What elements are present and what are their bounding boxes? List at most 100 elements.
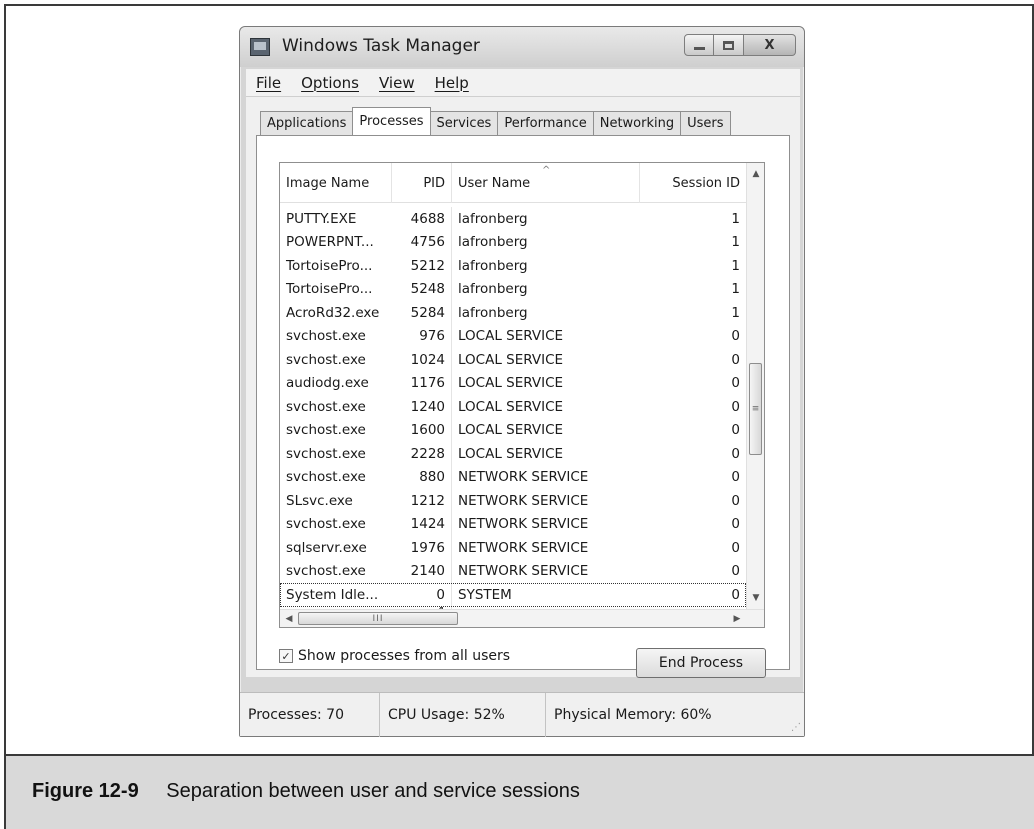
cell-pid: 5284 xyxy=(392,301,452,325)
cell-user-name: NETWORK SERVICE xyxy=(458,492,589,509)
cell-user-name: lafronberg xyxy=(458,257,528,274)
status-cpu-usage: CPU Usage: 52% xyxy=(380,692,546,737)
cell-pid: 0 xyxy=(392,583,452,607)
cell-pid: 1600 xyxy=(392,418,452,442)
checkbox-checked-icon[interactable]: ✓ xyxy=(279,649,293,663)
column-user-name[interactable]: ^ User Name xyxy=(452,163,640,203)
table-row[interactable]: AcroRd32.exe 5284 lafronberg 1 xyxy=(280,301,746,325)
maximize-button[interactable] xyxy=(714,34,744,56)
cell-image-name: svchost.exe xyxy=(286,422,366,439)
menu-view[interactable]: View xyxy=(369,74,425,92)
table-row[interactable]: TortoisePro... 5248 lafronberg 1 xyxy=(280,277,746,301)
close-button[interactable]: X xyxy=(744,34,796,56)
process-list[interactable]: Image Name PID ^ User Name Session ID PU… xyxy=(279,162,765,628)
maximize-icon xyxy=(723,40,734,50)
cell-session-id: 0 xyxy=(731,375,740,392)
table-row[interactable]: svchost.exe 976 LOCAL SERVICE 0 xyxy=(280,324,746,348)
column-pid[interactable]: PID xyxy=(392,163,452,203)
column-image-name[interactable]: Image Name xyxy=(280,163,392,203)
menu-bar: File Options View Help xyxy=(246,69,800,97)
minimize-button[interactable] xyxy=(684,34,714,56)
column-label: Session ID xyxy=(672,175,740,191)
tab-users[interactable]: Users xyxy=(680,111,731,135)
vertical-scroll-thumb[interactable]: ≡ xyxy=(749,363,762,455)
cell-pid: 5212 xyxy=(392,254,452,278)
cell-session-id: 0 xyxy=(731,492,740,509)
cell-user-name: NETWORK SERVICE xyxy=(458,469,589,486)
cell-image-name: AcroRd32.exe xyxy=(286,304,380,321)
cell-pid: 4688 xyxy=(392,207,452,231)
cell-session-id: 0 xyxy=(731,563,740,580)
tab-applications[interactable]: Applications xyxy=(260,111,354,135)
cell-session-id: 0 xyxy=(731,469,740,486)
cell-image-name: TortoisePro... xyxy=(286,281,373,298)
cell-image-name: POWERPNT... xyxy=(286,234,374,251)
cell-user-name: NETWORK SERVICE xyxy=(458,563,589,580)
column-session-id[interactable]: Session ID xyxy=(640,163,746,203)
cell-session-id: 0 xyxy=(731,422,740,439)
tab-networking[interactable]: Networking xyxy=(592,111,682,135)
table-row[interactable]: svchost.exe 1240 LOCAL SERVICE 0 xyxy=(280,395,746,419)
figure-label: Figure 12-9 xyxy=(32,780,139,802)
horizontal-scroll-thumb[interactable]: III xyxy=(298,612,458,625)
cell-pid: 976 xyxy=(392,324,452,348)
cell-pid: 5248 xyxy=(392,277,452,301)
cell-user-name: LOCAL SERVICE xyxy=(458,328,564,345)
table-row[interactable]: TortoisePro... 5212 lafronberg 1 xyxy=(280,254,746,278)
table-row[interactable]: svchost.exe 2140 NETWORK SERVICE 0 xyxy=(280,559,746,583)
table-row[interactable]: svchost.exe 1024 LOCAL SERVICE 0 xyxy=(280,348,746,372)
resize-grip-icon[interactable]: ⋰ xyxy=(791,722,801,733)
cell-user-name: SYSTEM xyxy=(458,586,512,603)
menu-help[interactable]: Help xyxy=(425,74,479,92)
cell-image-name: SLsvc.exe xyxy=(286,492,353,509)
table-row[interactable]: sqlservr.exe 1976 NETWORK SERVICE 0 xyxy=(280,536,746,560)
cell-pid: 1024 xyxy=(392,348,452,372)
checkbox-label: Show processes from all users xyxy=(298,648,511,664)
minimize-icon xyxy=(693,47,705,50)
table-row[interactable]: svchost.exe 2228 LOCAL SERVICE 0 xyxy=(280,442,746,466)
table-row[interactable]: PUTTY.EXE 4688 lafronberg 1 xyxy=(280,207,746,231)
cell-session-id: 1 xyxy=(731,234,740,251)
tab-performance[interactable]: Performance xyxy=(497,111,594,135)
cell-user-name: lafronberg xyxy=(458,304,528,321)
cell-pid: 2140 xyxy=(392,559,452,583)
cell-user-name: lafronberg xyxy=(458,281,528,298)
scroll-right-icon[interactable]: ▶ xyxy=(730,610,744,627)
cell-pid: 1212 xyxy=(392,489,452,513)
window-controls: X xyxy=(684,34,796,56)
window-title: Windows Task Manager xyxy=(282,36,480,56)
cell-session-id: 1 xyxy=(731,281,740,298)
tab-services[interactable]: Services xyxy=(429,111,499,135)
table-row[interactable]: svchost.exe 1424 NETWORK SERVICE 0 xyxy=(280,512,746,536)
sort-ascending-icon: ^ xyxy=(542,165,551,176)
table-row[interactable]: System Idle... 0 SYSTEM 0 xyxy=(280,583,746,607)
table-row[interactable]: svchost.exe 1600 LOCAL SERVICE 0 xyxy=(280,418,746,442)
table-row[interactable]: SLsvc.exe 1212 NETWORK SERVICE 0 xyxy=(280,489,746,513)
list-header: Image Name PID ^ User Name Session ID xyxy=(280,163,746,203)
cell-user-name: NETWORK SERVICE xyxy=(458,516,589,533)
table-row[interactable]: audiodg.exe 1176 LOCAL SERVICE 0 xyxy=(280,371,746,395)
scroll-left-icon[interactable]: ◀ xyxy=(282,610,296,627)
cell-pid: 2228 xyxy=(392,442,452,466)
cell-image-name: svchost.exe xyxy=(286,563,366,580)
show-all-users-checkbox[interactable]: ✓ Show processes from all users xyxy=(279,648,510,664)
tab-processes[interactable]: Processes xyxy=(352,107,431,135)
cell-session-id: 1 xyxy=(731,210,740,227)
menu-options[interactable]: Options xyxy=(291,74,369,92)
cell-image-name: sqlservr.exe xyxy=(286,539,367,556)
title-bar[interactable]: Windows Task Manager X xyxy=(240,27,804,67)
vertical-scrollbar[interactable]: ▲ ≡ ▼ xyxy=(746,163,764,609)
cell-user-name: NETWORK SERVICE xyxy=(458,539,589,556)
scroll-up-icon[interactable]: ▲ xyxy=(747,165,764,183)
scroll-down-icon[interactable]: ▼ xyxy=(747,589,764,607)
end-process-button[interactable]: End Process xyxy=(636,648,766,678)
horizontal-scrollbar[interactable]: ◀ III ▶ xyxy=(280,609,764,627)
cell-pid: 880 xyxy=(392,465,452,489)
client-area: Applications Processes Services Performa… xyxy=(246,97,800,678)
cell-user-name: lafronberg xyxy=(458,234,528,251)
menu-file[interactable]: File xyxy=(246,74,291,92)
cell-user-name: LOCAL SERVICE xyxy=(458,351,564,368)
table-row[interactable]: POWERPNT... 4756 lafronberg 1 xyxy=(280,230,746,254)
table-row[interactable]: svchost.exe 880 NETWORK SERVICE 0 xyxy=(280,465,746,489)
column-label: Image Name xyxy=(286,175,370,191)
